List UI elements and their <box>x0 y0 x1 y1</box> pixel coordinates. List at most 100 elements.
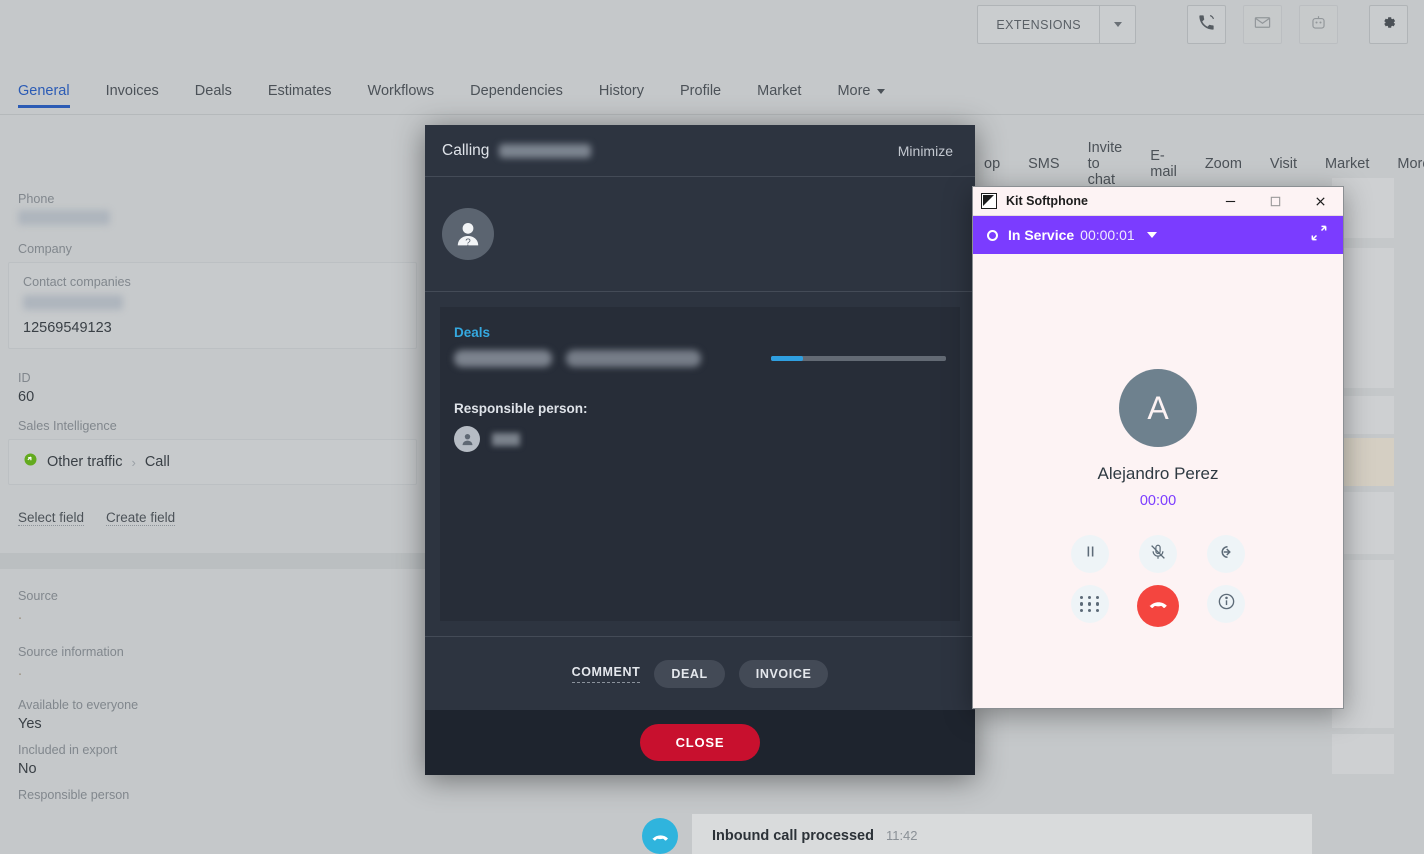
dialpad-icon <box>1079 595 1101 613</box>
extensions-dropdown-button[interactable] <box>1099 6 1135 43</box>
activity-item[interactable]: Inbound call processed 11:42 <box>642 814 1312 854</box>
crm-toolbar: EXTENSIONS <box>0 0 1424 52</box>
subtab-more[interactable]: More <box>1383 156 1424 172</box>
calling-contact-redacted <box>499 143 592 158</box>
field-source-information: Source information . <box>0 645 425 679</box>
email-button[interactable] <box>1243 5 1282 44</box>
field-phone-label: Phone <box>18 192 55 206</box>
activity-time: 11:42 <box>885 828 918 843</box>
tab-general[interactable]: General <box>18 68 88 115</box>
subtab-market[interactable]: Market <box>1311 156 1383 172</box>
field-export-value: No <box>18 761 37 777</box>
tab-more-label: More <box>837 83 871 99</box>
softphone-call-screen: A Alejandro Perez 00:00 <box>973 254 1343 708</box>
field-available-label: Available to everyone <box>18 698 139 712</box>
field-sales-intelligence-label: Sales Intelligence <box>18 419 117 433</box>
status-time: 00:00:01 <box>1080 227 1135 243</box>
mute-icon <box>1149 543 1167 566</box>
tab-general-label: General <box>18 83 70 99</box>
caller-avatar: A <box>1119 369 1197 447</box>
calling-modal-actions: COMMENT DEAL INVOICE <box>425 636 975 710</box>
field-export-label: Included in export <box>18 743 118 757</box>
subtab-op[interactable]: op <box>970 156 1014 172</box>
minimize-link[interactable]: Minimize <box>898 143 953 159</box>
subtab-visit[interactable]: Visit <box>1256 156 1311 172</box>
tab-estimates-label: Estimates <box>267 83 332 99</box>
chevron-right-icon: › <box>131 454 136 470</box>
subtab-sms[interactable]: SMS <box>1014 156 1073 172</box>
extensions-label[interactable]: EXTENSIONS <box>978 6 1099 43</box>
contact-company-number[interactable]: 12569549123 <box>23 320 402 336</box>
status-text: In Service <box>1008 227 1075 243</box>
traffic-source-icon <box>23 452 38 472</box>
phone-button[interactable] <box>1187 5 1226 44</box>
calling-contact-row: ? <box>425 177 975 292</box>
softphone-status-bar[interactable]: In Service 00:00:01 <box>973 216 1343 254</box>
unknown-contact-avatar-icon: ? <box>442 208 494 260</box>
contact-details-column: Phone Company Contact companies 12569549… <box>0 116 425 854</box>
field-id: ID 60 <box>0 371 425 405</box>
field-included-in-export: Included in export No <box>0 743 425 777</box>
deal-action[interactable]: DEAL <box>654 659 725 688</box>
tab-deals[interactable]: Deals <box>177 68 250 115</box>
calling-modal-body: Deals Responsible person: <box>425 292 975 636</box>
settings-button[interactable] <box>1369 5 1408 44</box>
deals-panel: Deals Responsible person: <box>440 307 960 621</box>
svg-text:?: ? <box>465 237 471 248</box>
field-company: Company <box>0 242 425 256</box>
field-source-information-label: Source information <box>18 645 124 659</box>
bot-button[interactable] <box>1299 5 1338 44</box>
invoice-action[interactable]: INVOICE <box>738 659 829 688</box>
deal-progress-bar <box>771 356 946 361</box>
tab-profile[interactable]: Profile <box>662 68 739 115</box>
dialpad-button[interactable] <box>1071 585 1109 623</box>
activity-title: Inbound call processed <box>712 828 874 844</box>
contact-companies-label: Contact companies <box>23 275 131 289</box>
window-close-button[interactable] <box>1298 187 1343 216</box>
tab-market[interactable]: Market <box>739 68 819 115</box>
hangup-button[interactable] <box>1137 585 1179 627</box>
field-phone: Phone <box>0 192 425 225</box>
tab-history[interactable]: History <box>581 68 662 115</box>
transfer-button[interactable] <box>1207 535 1245 573</box>
tab-invoices-label: Invoices <box>105 83 159 99</box>
select-field-link[interactable]: Select field <box>18 510 85 526</box>
subtab-email[interactable]: E-mail <box>1136 148 1191 180</box>
softphone-app-icon <box>981 193 997 209</box>
tab-dependencies[interactable]: Dependencies <box>452 68 581 115</box>
mute-button[interactable] <box>1139 535 1177 573</box>
chevron-down-icon[interactable] <box>1146 232 1157 238</box>
deal-row[interactable] <box>454 350 946 367</box>
envelope-icon <box>1253 13 1272 37</box>
tab-estimates[interactable]: Estimates <box>250 68 350 115</box>
softphone-window: Kit Softphone In Service 00:00:01 A Alej… <box>972 186 1344 709</box>
field-responsible-person: Responsible person <box>0 788 425 802</box>
close-button[interactable]: CLOSE <box>639 724 761 761</box>
inbound-call-icon <box>642 818 678 854</box>
comment-action[interactable]: COMMENT <box>571 665 641 683</box>
tab-workflows[interactable]: Workflows <box>350 68 453 115</box>
subtab-zoom[interactable]: Zoom <box>1191 156 1256 172</box>
info-button[interactable] <box>1207 585 1245 623</box>
field-source-information-value: . <box>18 663 23 679</box>
chevron-down-icon <box>1113 22 1122 27</box>
calling-title-label: Calling <box>442 141 490 159</box>
subtab-invite-to-chat[interactable]: Invite to chat <box>1074 140 1137 188</box>
contact-companies-card[interactable]: Contact companies 12569549123 <box>8 262 417 349</box>
softphone-titlebar[interactable]: Kit Softphone <box>973 187 1343 216</box>
window-minimize-button[interactable] <box>1208 187 1253 216</box>
transfer-icon <box>1217 543 1235 566</box>
sales-intelligence-card[interactable]: Other traffic › Call <box>8 439 417 485</box>
tab-invoices[interactable]: Invoices <box>88 68 177 115</box>
extensions-button-group[interactable]: EXTENSIONS <box>977 5 1136 44</box>
bot-icon <box>1309 13 1328 37</box>
crm-tab-bar: General Invoices Deals Estimates Workflo… <box>0 68 1424 115</box>
tab-more[interactable]: More <box>819 68 903 115</box>
field-company-label: Company <box>18 242 72 256</box>
window-controls <box>1208 187 1343 216</box>
pause-button[interactable] <box>1071 535 1109 573</box>
create-field-link[interactable]: Create field <box>106 510 176 526</box>
status-indicator-icon <box>987 229 998 241</box>
collapse-icon[interactable] <box>1309 223 1329 248</box>
window-maximize-button[interactable] <box>1253 187 1298 216</box>
